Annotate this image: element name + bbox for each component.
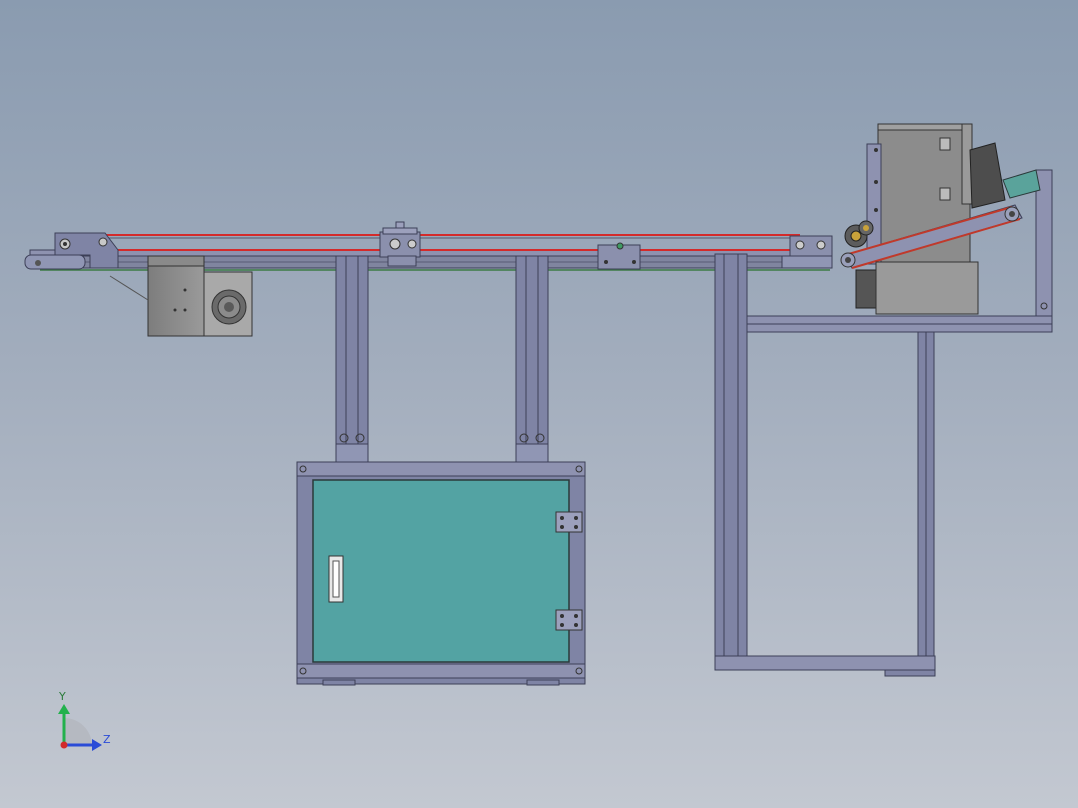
x-axis-origin (60, 741, 68, 749)
conveyor-legs (335, 255, 549, 463)
stand-upright-far (1035, 169, 1053, 317)
leg-left (335, 255, 369, 457)
stand-bottom-rail (714, 655, 936, 671)
triad-plane (64, 718, 92, 745)
electrical-cabinet[interactable] (296, 461, 586, 686)
triad-z-label: Z (103, 733, 111, 746)
printer-module[interactable] (840, 123, 1041, 315)
leg-middle (515, 255, 549, 457)
door-hinge-bottom (555, 609, 583, 631)
stand-post-left (714, 253, 748, 669)
main-conveyor[interactable] (24, 221, 833, 337)
door-hinge-top (555, 511, 583, 533)
cad-viewport[interactable]: Y Z (0, 0, 1078, 808)
output-chute (969, 142, 1006, 209)
cabinet-door[interactable] (312, 479, 570, 663)
coordinate-triad: Y Z (58, 690, 111, 751)
output-tray (1002, 169, 1041, 199)
triad-y-label: Y (58, 690, 66, 703)
motor-housing (147, 255, 205, 337)
